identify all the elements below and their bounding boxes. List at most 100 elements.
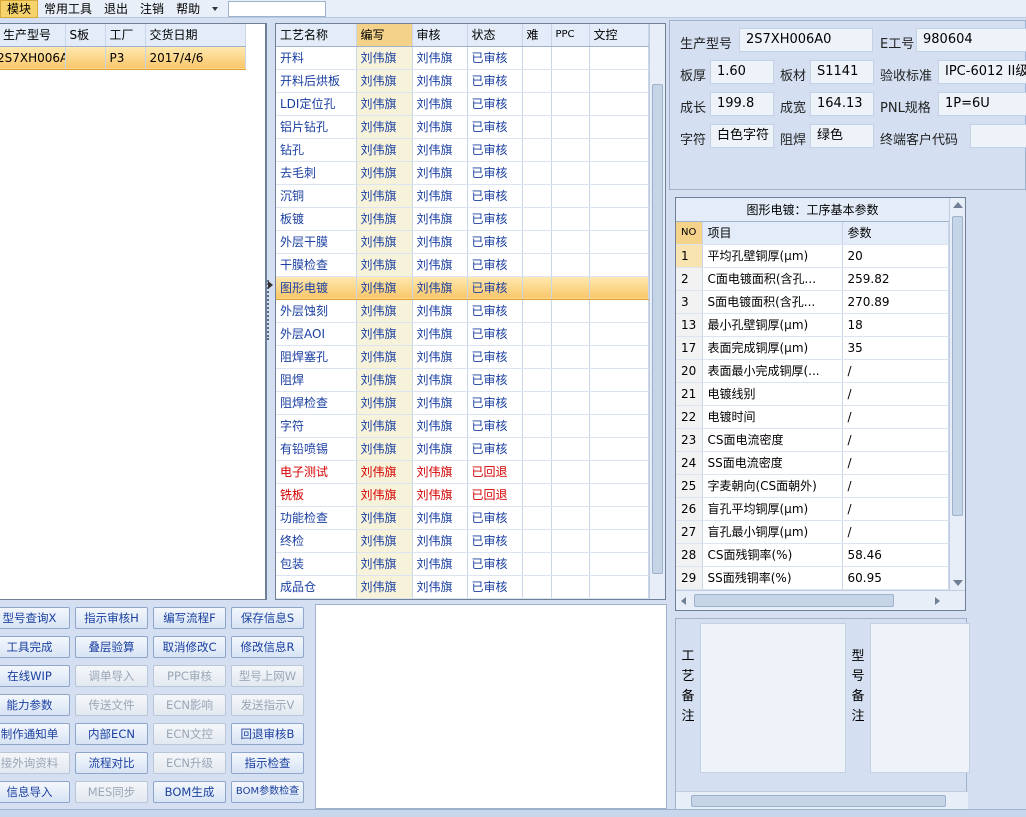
width-value[interactable]: 164.13: [810, 92, 874, 116]
param-row[interactable]: 29 SS面残铜率(%) 60.95: [676, 566, 949, 590]
customer-code-value[interactable]: [970, 124, 1026, 148]
col-header-difficulty[interactable]: 难: [522, 24, 552, 47]
action-button[interactable]: 取消修改C: [153, 636, 226, 658]
hscrollbar-thumb[interactable]: [691, 795, 946, 807]
col-header-doc-control[interactable]: 文控: [589, 24, 649, 47]
action-button[interactable]: 修改信息R: [231, 636, 304, 658]
menu-help[interactable]: 帮助: [170, 0, 206, 18]
action-button[interactable]: 叠层验算: [75, 636, 148, 658]
action-button[interactable]: MES同步: [75, 781, 148, 803]
params-scrollbar[interactable]: [949, 198, 965, 590]
process-row[interactable]: 阻焊检查 刘伟旗 刘伟旗 已审核: [276, 391, 649, 415]
param-row[interactable]: 2 C面电镀面积(含孔... 259.82: [676, 267, 949, 291]
hscrollbar-thumb[interactable]: [694, 594, 894, 607]
character-value[interactable]: 白色字符: [710, 124, 774, 148]
col-header-item[interactable]: 项目: [702, 222, 843, 245]
solder-mask-value[interactable]: 绿色: [810, 124, 874, 148]
process-row[interactable]: 铝片钻孔 刘伟旗 刘伟旗 已审核: [276, 115, 649, 139]
process-row[interactable]: 干膜检查 刘伟旗 刘伟旗 已审核: [276, 253, 649, 277]
action-button[interactable]: 流程对比: [75, 752, 148, 774]
param-row[interactable]: 22 电镀时间 /: [676, 405, 949, 429]
material-value[interactable]: S1141: [810, 60, 874, 84]
process-row[interactable]: 终检 刘伟旗 刘伟旗 已审核: [276, 529, 649, 553]
action-button[interactable]: 内部ECN: [75, 723, 148, 745]
length-value[interactable]: 199.8: [710, 92, 774, 116]
menu-exit[interactable]: 退出: [98, 0, 134, 18]
process-row[interactable]: 去毛刺 刘伟旗 刘伟旗 已审核: [276, 161, 649, 185]
process-row[interactable]: 图形电镀 刘伟旗 刘伟旗 已审核: [276, 275, 649, 300]
process-row[interactable]: 开料后烘板 刘伟旗 刘伟旗 已审核: [276, 69, 649, 93]
menu-logout[interactable]: 注销: [134, 0, 170, 18]
action-button[interactable]: ECN升级: [153, 752, 226, 774]
action-button[interactable]: 信息导入: [0, 781, 70, 803]
col-header-no[interactable]: NO: [676, 222, 703, 245]
scroll-left-icon[interactable]: [681, 597, 686, 605]
col-header-delivery-date[interactable]: 交货日期: [145, 24, 246, 47]
action-button[interactable]: ECN文控: [153, 723, 226, 745]
process-row[interactable]: 有铅喷锡 刘伟旗 刘伟旗 已审核: [276, 437, 649, 461]
splitter-handle[interactable]: [267, 280, 273, 340]
action-button[interactable]: 能力参数: [0, 694, 70, 716]
action-button[interactable]: 型号上网W: [231, 665, 304, 687]
scroll-down-icon[interactable]: [953, 580, 963, 586]
process-row[interactable]: 外层AOI 刘伟旗 刘伟旗 已审核: [276, 322, 649, 346]
process-row[interactable]: 字符 刘伟旗 刘伟旗 已审核: [276, 414, 649, 438]
params-hscrollbar[interactable]: [676, 590, 965, 610]
action-button[interactable]: 调单导入: [75, 665, 148, 687]
action-button[interactable]: BOM生成: [153, 781, 226, 803]
scroll-right-icon[interactable]: [935, 597, 940, 605]
process-row[interactable]: 开料 刘伟旗 刘伟旗 已审核: [276, 46, 649, 70]
param-row[interactable]: 21 电镀线别 /: [676, 382, 949, 406]
param-row[interactable]: 13 最小孔壁铜厚(μm) 18: [676, 313, 949, 337]
col-header-ppc[interactable]: PPC: [551, 24, 590, 47]
process-row[interactable]: 阻焊塞孔 刘伟旗 刘伟旗 已审核: [276, 345, 649, 369]
param-row[interactable]: 28 CS面残铜率(%) 58.46: [676, 543, 949, 567]
scroll-up-icon[interactable]: [953, 202, 963, 208]
process-row[interactable]: 钻孔 刘伟旗 刘伟旗 已审核: [276, 138, 649, 162]
action-button[interactable]: 在线WIP: [0, 665, 70, 687]
menu-common-tools[interactable]: 常用工具: [38, 0, 98, 18]
action-button[interactable]: 保存信息S: [231, 607, 304, 629]
process-row[interactable]: 板镀 刘伟旗 刘伟旗 已审核: [276, 207, 649, 231]
action-button[interactable]: BOM参数检查: [231, 781, 304, 803]
action-button[interactable]: 接外询资料: [0, 752, 70, 774]
action-button[interactable]: 发送指示V: [231, 694, 304, 716]
param-row[interactable]: 26 盲孔平均铜厚(μm) /: [676, 497, 949, 521]
action-button[interactable]: 编写流程F: [153, 607, 226, 629]
param-row[interactable]: 20 表面最小完成铜厚(... /: [676, 359, 949, 383]
param-row[interactable]: 1 平均孔壁铜厚(μm) 20: [676, 244, 949, 268]
action-button[interactable]: ECN影响: [153, 694, 226, 716]
e-number-value[interactable]: 980604: [916, 28, 1026, 52]
col-header-reviewer[interactable]: 审核: [412, 24, 468, 47]
process-row[interactable]: 外层干膜 刘伟旗 刘伟旗 已审核: [276, 230, 649, 254]
process-row[interactable]: 阻焊 刘伟旗 刘伟旗 已审核: [276, 368, 649, 392]
param-row[interactable]: 3 S面电镀面积(含孔... 270.89: [676, 290, 949, 314]
param-row[interactable]: 24 SS面电流密度 /: [676, 451, 949, 475]
action-button[interactable]: 制作通知单: [0, 723, 70, 745]
notes-hscrollbar[interactable]: [676, 791, 968, 809]
process-list-scrollbar[interactable]: [649, 24, 665, 599]
col-header-process-name[interactable]: 工艺名称: [276, 24, 357, 47]
col-header-author[interactable]: 编写: [356, 24, 413, 47]
col-header-plant[interactable]: 工厂: [105, 24, 146, 47]
col-header-model[interactable]: 生产型号: [0, 24, 66, 47]
process-row[interactable]: 铣板 刘伟旗 刘伟旗 已回退: [276, 483, 649, 507]
param-row[interactable]: 17 表面完成铜厚(μm) 35: [676, 336, 949, 360]
process-row[interactable]: 电子测试 刘伟旗 刘伟旗 已回退: [276, 460, 649, 484]
action-button[interactable]: 回退审核B: [231, 723, 304, 745]
order-row[interactable]: 2S7XH006A0 P3 2017/4/6: [0, 45, 246, 70]
menu-overflow-dropdown[interactable]: [206, 0, 224, 18]
action-button[interactable]: 工具完成: [0, 636, 70, 658]
model-value[interactable]: 2S7XH006A0: [739, 28, 873, 52]
param-row[interactable]: 27 盲孔最小铜厚(μm) /: [676, 520, 949, 544]
model-note-field[interactable]: [870, 623, 970, 773]
action-button[interactable]: 型号查询X: [0, 607, 70, 629]
action-button[interactable]: PPC审核: [153, 665, 226, 687]
standard-value[interactable]: IPC-6012 II级: [938, 60, 1026, 84]
process-row[interactable]: 包装 刘伟旗 刘伟旗 已审核: [276, 552, 649, 576]
pnl-value[interactable]: 1P=6U: [938, 92, 1026, 116]
col-header-param[interactable]: 参数: [842, 222, 949, 245]
process-row[interactable]: LDI定位孔 刘伟旗 刘伟旗 已审核: [276, 92, 649, 116]
param-row[interactable]: 23 CS面电流密度 /: [676, 428, 949, 452]
action-button[interactable]: 传送文件: [75, 694, 148, 716]
